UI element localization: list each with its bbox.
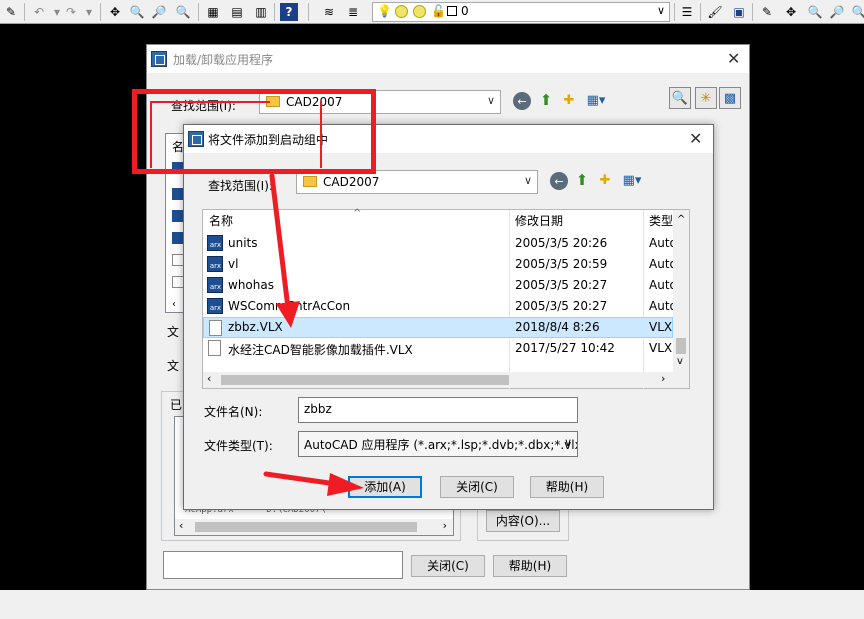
arrow-to-add-button xyxy=(263,471,364,496)
arrow-to-file xyxy=(269,173,300,328)
annotation-arrows xyxy=(263,173,364,496)
